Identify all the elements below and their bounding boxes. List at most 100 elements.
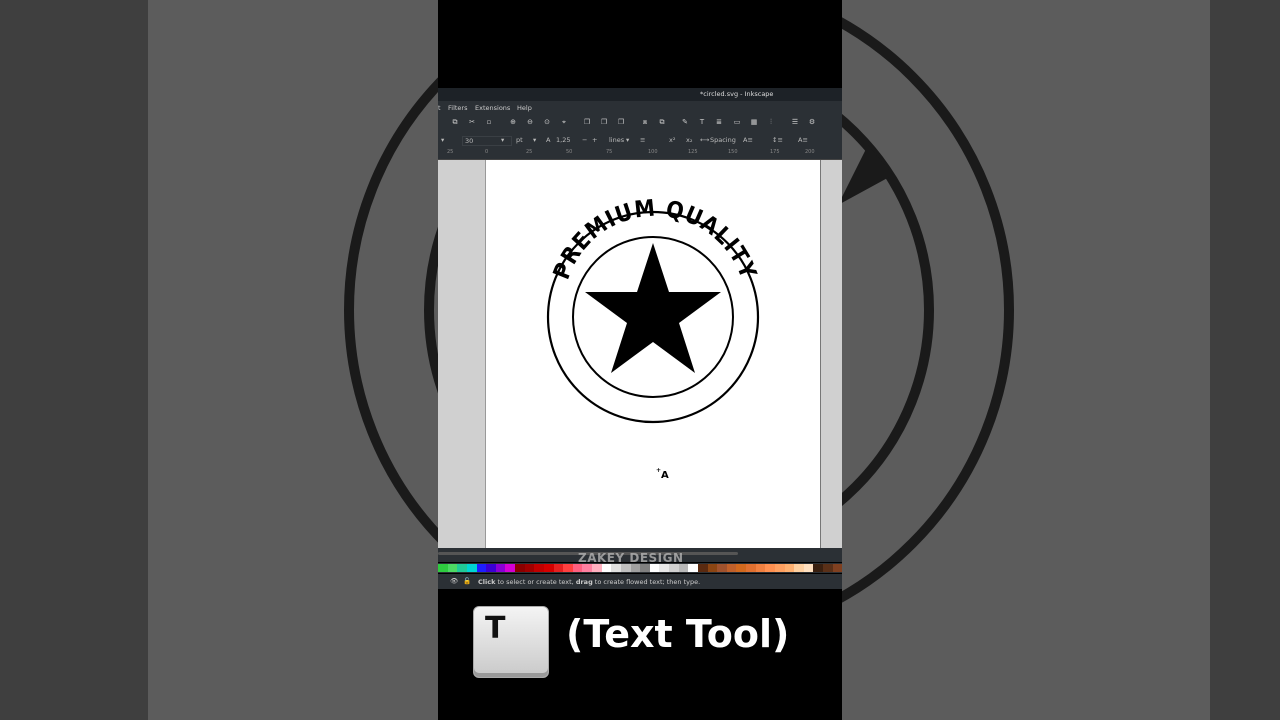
- spacing-menu[interactable]: Spacing: [710, 136, 736, 144]
- zoom-out-icon[interactable]: ⊖: [526, 118, 534, 126]
- color-swatch[interactable]: [495, 564, 506, 572]
- color-swatch[interactable]: [736, 564, 746, 572]
- status-bar: 👁 🔓 Click to select or create text, drag…: [438, 574, 842, 589]
- color-swatch[interactable]: [726, 564, 737, 572]
- color-swatch[interactable]: [447, 564, 458, 572]
- color-swatch[interactable]: [563, 564, 573, 572]
- color-swatch[interactable]: [620, 564, 631, 572]
- drawing-canvas[interactable]: PREMIUM QUALITY +A: [438, 160, 842, 548]
- copy-icon[interactable]: ⧉: [451, 118, 459, 126]
- zoom-page-icon[interactable]: ⌖: [560, 118, 568, 126]
- zoom-fit-icon[interactable]: ⊙: [543, 118, 551, 126]
- color-swatch[interactable]: [534, 564, 544, 572]
- color-swatch[interactable]: [572, 564, 583, 572]
- direction-icon[interactable]: ↕≡: [772, 136, 783, 144]
- text-font-icon[interactable]: T: [698, 118, 706, 126]
- color-swatch[interactable]: [476, 564, 487, 572]
- ruler-tick: 200: [805, 149, 815, 155]
- color-swatch[interactable]: [592, 564, 602, 572]
- color-swatch[interactable]: [765, 564, 775, 572]
- lock-icon[interactable]: 🔓: [463, 577, 471, 585]
- spacing-mode-select[interactable]: lines: [609, 136, 624, 144]
- color-swatch[interactable]: [553, 564, 564, 572]
- color-swatch[interactable]: [611, 564, 621, 572]
- color-swatch[interactable]: [813, 564, 823, 572]
- menu-item-text[interactable]: t: [438, 104, 441, 112]
- document-page[interactable]: PREMIUM QUALITY +A: [485, 160, 821, 548]
- menu-item-help[interactable]: Help: [517, 104, 532, 112]
- xml-editor-icon[interactable]: ▭: [733, 118, 741, 126]
- ruler-tick: 25: [526, 149, 533, 155]
- unit-select[interactable]: pt: [516, 136, 523, 144]
- color-swatch[interactable]: [582, 564, 592, 572]
- subscript-icon[interactable]: x₂: [686, 136, 692, 144]
- commands-toolbar: ⧉ ✂ ▫ ⊕ ⊖ ⊙ ⌖ ❐ ❐ ❐ ⧈ ⧉ ✎ T ≣ ▭ ▦ ⫶ ☰ ⚙: [438, 114, 842, 131]
- color-swatch[interactable]: [774, 564, 785, 572]
- align-icon[interactable]: ⫶: [767, 118, 775, 126]
- color-swatch[interactable]: [601, 564, 612, 572]
- line-spacing-input[interactable]: 1,25: [556, 136, 570, 144]
- unlink-clone-icon[interactable]: ❐: [617, 118, 625, 126]
- color-swatch[interactable]: [649, 564, 660, 572]
- color-swatch[interactable]: [707, 564, 718, 572]
- color-swatch[interactable]: [543, 564, 554, 572]
- horizontal-ruler: 25 0 25 50 75 100 125 150 175 200: [438, 148, 842, 160]
- group-icon[interactable]: ⧈: [641, 118, 649, 126]
- color-swatch[interactable]: [457, 564, 467, 572]
- chevron-down-icon: ▾: [626, 136, 630, 144]
- color-swatch[interactable]: [678, 564, 689, 572]
- clone-icon[interactable]: ❐: [600, 118, 608, 126]
- color-swatch[interactable]: [669, 564, 679, 572]
- premium-quality-logo[interactable]: PREMIUM QUALITY: [486, 160, 820, 548]
- color-swatch[interactable]: [486, 564, 496, 572]
- key-label: T: [485, 611, 506, 646]
- color-swatch[interactable]: [832, 564, 842, 572]
- fill-stroke-icon[interactable]: ✎: [681, 118, 689, 126]
- color-swatch[interactable]: [505, 564, 515, 572]
- document-properties-icon[interactable]: ☰: [791, 118, 799, 126]
- color-swatch[interactable]: [438, 564, 448, 572]
- text-tool-controls: ▾ 30 ▾ pt ▾ A 1,25 − + lines ▾ ≡ x² x₂ ⟷…: [438, 131, 842, 148]
- text-direction-icon[interactable]: A≡: [798, 136, 808, 144]
- color-swatch[interactable]: [640, 564, 650, 572]
- eye-icon[interactable]: 👁: [450, 577, 458, 585]
- ungroup-icon[interactable]: ⧉: [658, 118, 666, 126]
- preferences-icon[interactable]: ⚙: [808, 118, 816, 126]
- color-swatch[interactable]: [794, 564, 804, 572]
- menu-item-extensions[interactable]: Extensions: [475, 104, 510, 112]
- color-swatch[interactable]: [823, 564, 833, 572]
- cut-icon[interactable]: ✂: [468, 118, 476, 126]
- color-palette[interactable]: [438, 563, 842, 573]
- ruler-tick: 0: [485, 149, 489, 155]
- font-size-combo[interactable]: 30: [462, 136, 512, 146]
- minus-icon[interactable]: −: [582, 136, 587, 144]
- objects-icon[interactable]: ▦: [750, 118, 758, 126]
- duplicate-icon[interactable]: ❐: [583, 118, 591, 126]
- color-swatch[interactable]: [630, 564, 641, 572]
- chevron-down-icon[interactable]: ▾: [441, 136, 444, 144]
- orientation-icon[interactable]: A≡: [743, 136, 753, 144]
- color-swatch[interactable]: [717, 564, 727, 572]
- color-swatch[interactable]: [746, 564, 756, 572]
- color-swatch[interactable]: [688, 564, 698, 572]
- color-swatch[interactable]: [466, 564, 477, 572]
- color-swatch[interactable]: [524, 564, 535, 572]
- layers-icon[interactable]: ≣: [715, 118, 723, 126]
- ruler-tick: 50: [566, 149, 573, 155]
- color-swatch[interactable]: [659, 564, 669, 572]
- plus-icon[interactable]: +: [592, 136, 597, 144]
- color-swatch[interactable]: [755, 564, 766, 572]
- menu-item-filters[interactable]: Filters: [448, 104, 467, 112]
- color-swatch[interactable]: [784, 564, 795, 572]
- menu-bar: t Filters Extensions Help: [438, 101, 842, 114]
- paste-icon[interactable]: ▫: [485, 118, 493, 126]
- color-swatch[interactable]: [515, 564, 525, 572]
- star-shape[interactable]: [585, 243, 721, 373]
- color-swatch[interactable]: [803, 564, 814, 572]
- align-left-icon[interactable]: ≡: [640, 136, 645, 144]
- superscript-icon[interactable]: x²: [669, 136, 675, 144]
- ruler-tick: 125: [688, 149, 698, 155]
- color-swatch[interactable]: [697, 564, 708, 572]
- zoom-in-icon[interactable]: ⊕: [509, 118, 517, 126]
- video-frame: *circled.svg - Inkscape t Filters Extens…: [438, 0, 842, 720]
